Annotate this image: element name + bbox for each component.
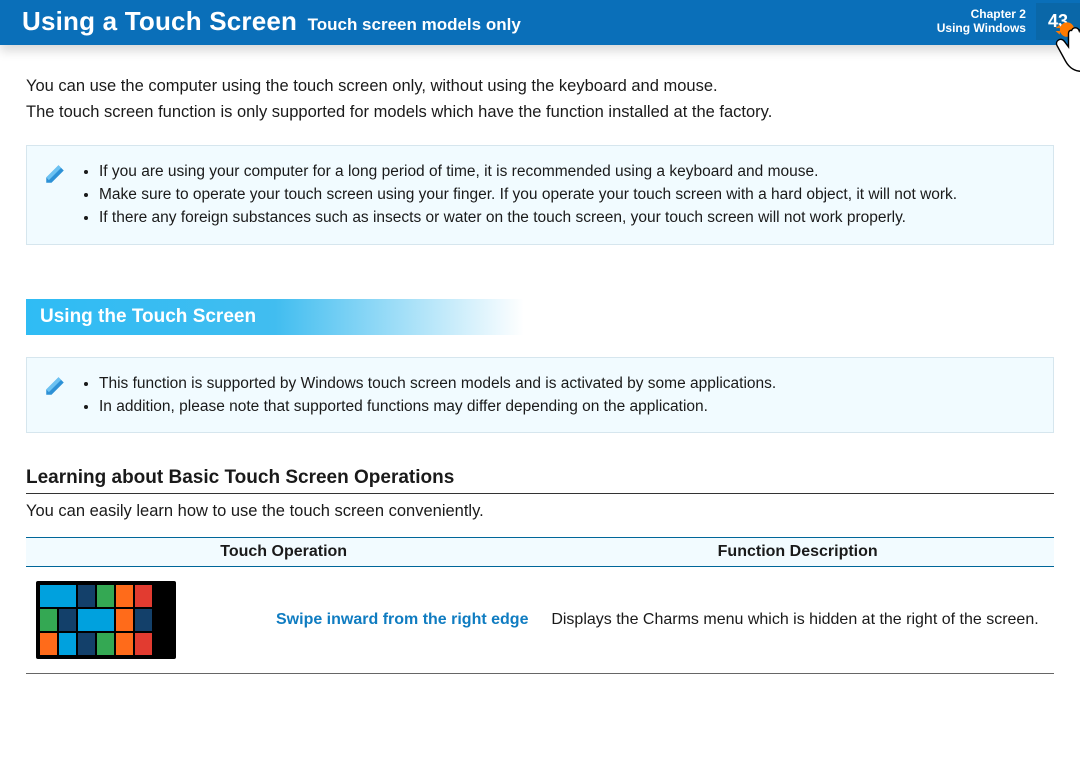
operations-table: Touch Operation Function Description	[26, 537, 1054, 674]
intro-p2: The touch screen function is only suppor…	[26, 101, 1054, 125]
page-title: Using a Touch Screen	[22, 6, 297, 36]
gesture-name: Swipe inward from the right edge	[266, 567, 541, 674]
intro-text: You can use the computer using the touch…	[26, 75, 1054, 125]
section-heading: Using the Touch Screen	[26, 299, 524, 335]
col-touch-operation: Touch Operation	[26, 538, 541, 567]
note-item: If you are using your computer for a lon…	[99, 160, 957, 183]
page-title-block: Using a Touch Screen Touch screen models…	[22, 6, 521, 37]
section-line: Using Windows	[937, 22, 1026, 35]
note-list-2: This function is supported by Windows to…	[79, 372, 776, 419]
header-bar: Using a Touch Screen Touch screen models…	[0, 0, 1080, 45]
col-function-description: Function Description	[541, 538, 1054, 567]
note-box-1: If you are using your computer for a lon…	[26, 145, 1054, 245]
operations-heading: Learning about Basic Touch Screen Operat…	[26, 467, 1054, 494]
gesture-illustration	[26, 567, 266, 674]
page-subtitle: Touch screen models only	[308, 15, 521, 34]
note-item: Make sure to operate your touch screen u…	[99, 183, 957, 206]
note-box-2: This function is supported by Windows to…	[26, 357, 1054, 434]
note-list-1: If you are using your computer for a lon…	[79, 160, 957, 230]
gesture-description: Displays the Charms menu which is hidden…	[541, 567, 1054, 674]
chapter-text: Chapter 2 Using Windows	[937, 8, 1026, 34]
note-icon	[41, 160, 69, 230]
chapter-line: Chapter 2	[937, 8, 1026, 21]
tablet-mock-icon	[36, 581, 176, 659]
note-item: This function is supported by Windows to…	[99, 372, 776, 395]
table-row: Swipe inward from the right edge Display…	[26, 567, 1054, 674]
page-content: You can use the computer using the touch…	[0, 45, 1080, 714]
intro-p1: You can use the computer using the touch…	[26, 75, 1054, 99]
note-item: In addition, please note that supported …	[99, 395, 776, 418]
note-icon	[41, 372, 69, 419]
hand-swipe-icon	[1044, 8, 1080, 80]
operations-subtext: You can easily learn how to use the touc…	[26, 502, 1054, 521]
note-item: If there any foreign substances such as …	[99, 206, 957, 229]
